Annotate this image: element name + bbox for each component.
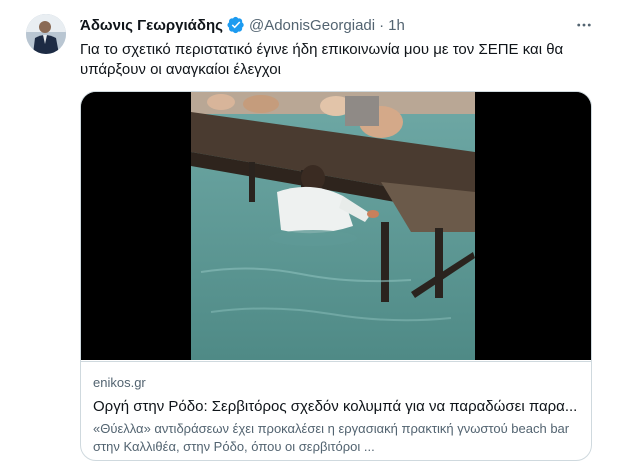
link-card[interactable]: enikos.gr Οργή στην Ρόδο: Σερβιτόρος σχε… [80,91,592,461]
separator: · [379,16,385,34]
verified-badge-icon[interactable] [227,16,245,34]
card-info[interactable]: enikos.gr Οργή στην Ρόδο: Σερβιτόρος σχε… [81,361,591,460]
avatar[interactable] [26,14,66,54]
tweet-header: Άδωνις Γεωργιάδης @AdonisGeorgiadi · 1h [80,15,405,35]
more-options-icon[interactable] [572,13,596,37]
handle[interactable]: @AdonisGeorgiadi [249,17,375,34]
display-name[interactable]: Άδωνις Γεωργιάδης [80,17,223,34]
card-domain: enikos.gr [93,375,146,390]
card-title: Οργή στην Ρόδο: Σερβιτόρος σχεδόν κολυμπ… [93,398,578,415]
card-description: «Θύελλα» αντιδράσεων έχει προκαλέσει η ε… [93,421,570,454]
timestamp[interactable]: 1h [388,17,405,34]
tweet-text: Για το σχετικό περιστατικό έγινε ήδη επι… [80,41,564,78]
video-frame [191,92,475,360]
tweet[interactable]: Άδωνις Γεωργιάδης @AdonisGeorgiadi · 1h … [0,0,628,470]
card-video-thumbnail[interactable] [81,92,591,360]
